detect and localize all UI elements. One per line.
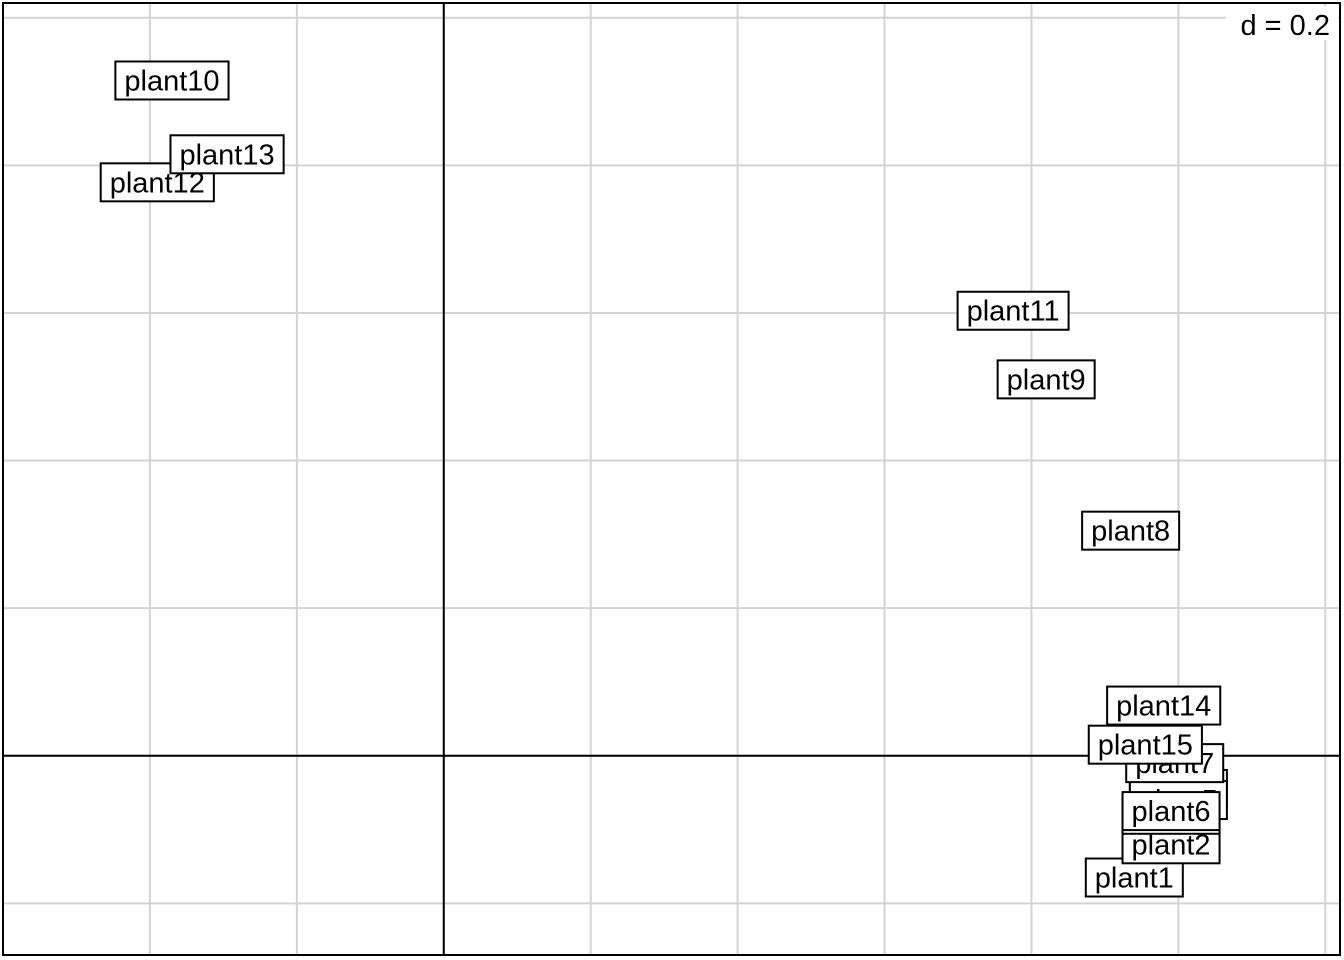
scatter-plot: d = 0.2 plant1plant2plant3plant4plant5pl… <box>2 2 1341 956</box>
scale-legend: d = 0.2 <box>1226 6 1338 42</box>
point-label-plant9: plant9 <box>996 359 1096 400</box>
point-label-text: plant10 <box>124 65 219 97</box>
point-label-plant14: plant14 <box>1106 685 1222 726</box>
point-label-plant11: plant11 <box>956 290 1070 331</box>
point-label-text: plant14 <box>1116 691 1211 723</box>
point-label-text: plant8 <box>1091 516 1170 548</box>
point-label-text: plant6 <box>1132 796 1211 828</box>
point-label-plant13: plant13 <box>169 134 285 175</box>
point-label-plant10: plant10 <box>114 60 230 101</box>
point-label-text: plant15 <box>1098 730 1193 762</box>
point-label-plant8: plant8 <box>1081 510 1181 551</box>
point-labels: plant1plant2plant3plant4plant5plant6plan… <box>99 60 1228 898</box>
point-label-text: plant9 <box>1007 364 1086 396</box>
point-label-text: plant1 <box>1095 863 1174 895</box>
point-label-plant15: plant15 <box>1087 724 1203 765</box>
point-label-plant6: plant6 <box>1121 791 1221 832</box>
point-label-text: plant11 <box>967 296 1060 328</box>
scale-label: d = 0.2 <box>1241 10 1331 42</box>
point-label-text: plant13 <box>179 139 274 171</box>
